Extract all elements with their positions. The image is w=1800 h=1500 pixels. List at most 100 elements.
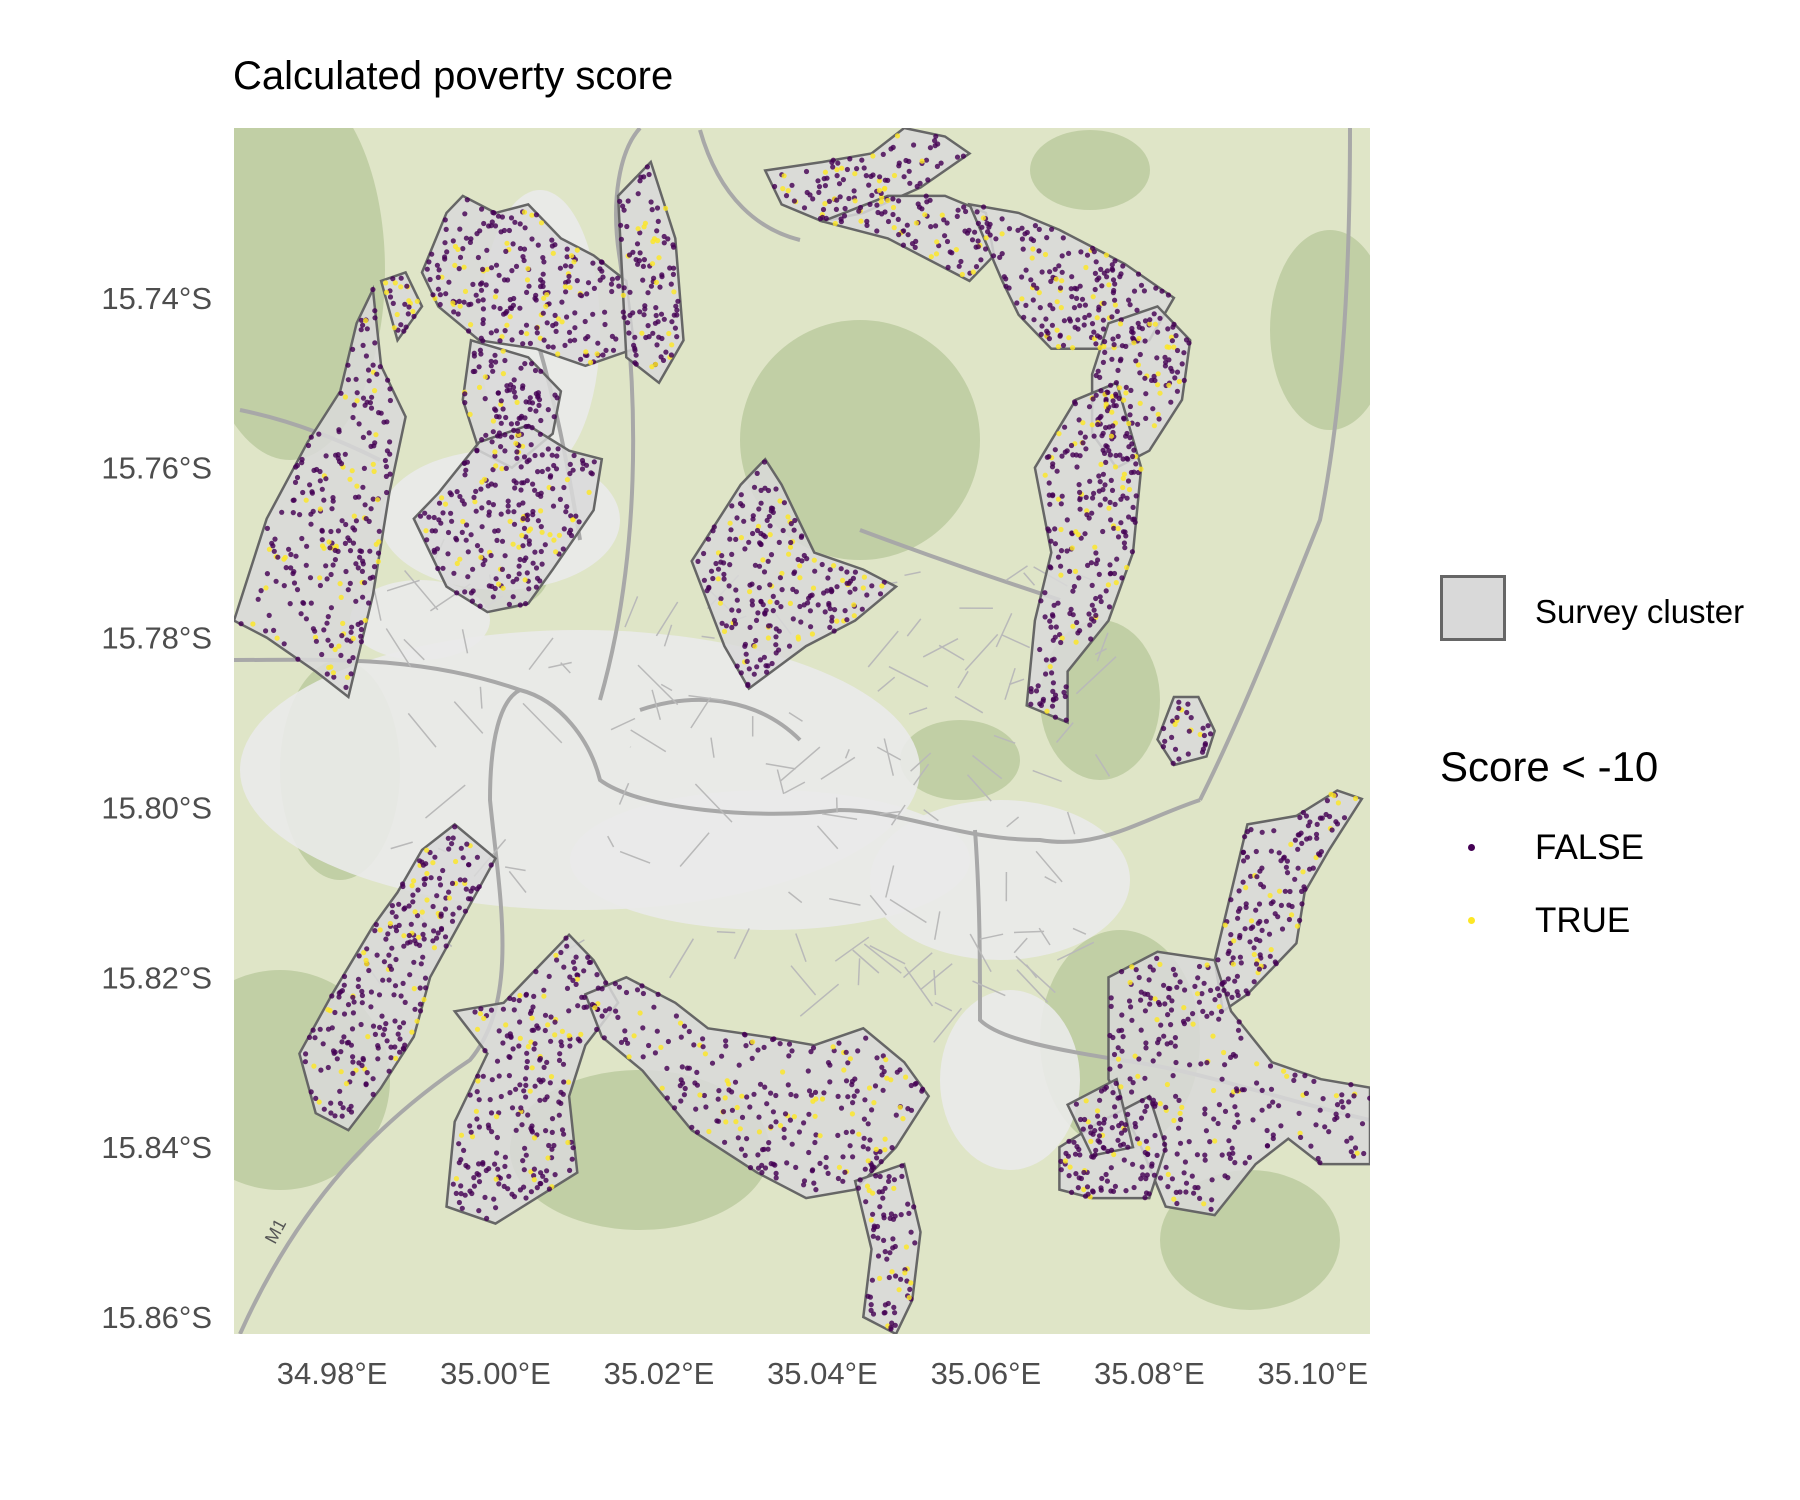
household-false xyxy=(645,290,651,296)
household-false xyxy=(1042,614,1048,620)
household-false xyxy=(1260,884,1267,890)
household-false xyxy=(377,364,383,370)
household-true xyxy=(900,1116,906,1122)
household-false xyxy=(1146,977,1152,983)
household-false xyxy=(482,1194,488,1200)
household-false xyxy=(443,291,449,297)
household-false xyxy=(478,1006,484,1012)
household-false xyxy=(844,166,851,173)
household-false xyxy=(299,535,305,542)
urban-area xyxy=(940,990,1080,1170)
household-false xyxy=(1125,478,1132,484)
household-false xyxy=(311,467,317,473)
household-false xyxy=(1088,636,1094,642)
household-false xyxy=(1101,450,1108,456)
household-false xyxy=(933,223,939,229)
household-false xyxy=(494,1134,500,1141)
household-false xyxy=(290,509,296,516)
household-false xyxy=(623,989,630,996)
household-false xyxy=(1119,575,1125,581)
household-false xyxy=(816,189,822,195)
household-true xyxy=(891,172,898,179)
household-false xyxy=(669,319,675,325)
household-false xyxy=(1187,1062,1193,1068)
household-false xyxy=(1115,333,1121,339)
household-false xyxy=(594,972,600,978)
household-false xyxy=(534,330,540,336)
household-false xyxy=(332,557,338,563)
household-false xyxy=(646,1042,652,1049)
household-false xyxy=(258,588,264,594)
household-false xyxy=(718,596,724,602)
household-false xyxy=(1319,815,1325,821)
household-false xyxy=(484,1215,490,1221)
household-false xyxy=(1253,907,1259,913)
household-false xyxy=(819,214,826,220)
household-false xyxy=(393,914,399,920)
household-false xyxy=(1237,954,1243,960)
household-false xyxy=(817,1160,823,1166)
household-false xyxy=(1234,1112,1240,1118)
household-false xyxy=(528,1189,535,1195)
household-false xyxy=(570,959,577,965)
household-true xyxy=(840,577,846,584)
household-true xyxy=(468,322,474,328)
household-false xyxy=(1043,316,1049,322)
household-false xyxy=(695,558,701,565)
household-true xyxy=(669,342,675,348)
household-false xyxy=(822,183,829,189)
household-true xyxy=(1354,1150,1360,1156)
household-false xyxy=(499,566,505,573)
household-false xyxy=(594,1026,600,1032)
household-false xyxy=(421,922,427,928)
household-false xyxy=(733,587,739,593)
household-false xyxy=(1159,288,1165,294)
household-false xyxy=(568,532,575,539)
household-false xyxy=(1038,331,1044,337)
household-true xyxy=(504,240,510,246)
household-true xyxy=(1151,423,1157,429)
household-true xyxy=(733,1119,739,1125)
household-true xyxy=(810,585,817,591)
household-false xyxy=(620,309,626,315)
household-false xyxy=(822,609,828,615)
household-false xyxy=(834,584,840,590)
household-false xyxy=(535,518,542,524)
household-false xyxy=(474,1171,480,1177)
household-false xyxy=(328,571,334,578)
household-false xyxy=(1196,999,1202,1005)
household-false xyxy=(1174,714,1180,721)
household-false xyxy=(508,215,515,221)
household-false xyxy=(380,977,386,983)
household-false xyxy=(890,196,896,202)
household-false xyxy=(330,562,336,568)
household-false xyxy=(1178,1116,1184,1123)
household-true xyxy=(1103,252,1109,258)
household-false xyxy=(569,1156,575,1162)
household-true xyxy=(839,165,845,171)
household-true xyxy=(1331,793,1337,799)
household-false xyxy=(308,521,314,527)
household-false xyxy=(538,417,544,424)
household-false xyxy=(734,663,740,669)
household-false xyxy=(934,163,941,169)
household-false xyxy=(541,987,547,993)
household-true xyxy=(565,1079,572,1085)
household-false xyxy=(691,1042,697,1048)
household-false xyxy=(567,470,573,477)
household-true xyxy=(1117,385,1123,391)
household-false xyxy=(789,1048,795,1054)
household-false xyxy=(1168,1007,1175,1013)
household-false xyxy=(869,1162,875,1168)
household-false xyxy=(882,1302,889,1308)
household-false xyxy=(1119,1012,1125,1018)
household-false xyxy=(755,1047,761,1053)
household-false xyxy=(567,461,573,467)
household-false xyxy=(924,199,930,205)
household-false xyxy=(758,500,764,506)
household-false xyxy=(353,376,359,382)
household-false xyxy=(682,1085,688,1092)
household-false xyxy=(618,222,624,228)
household-false xyxy=(1254,1080,1260,1086)
household-false xyxy=(1173,1093,1179,1099)
